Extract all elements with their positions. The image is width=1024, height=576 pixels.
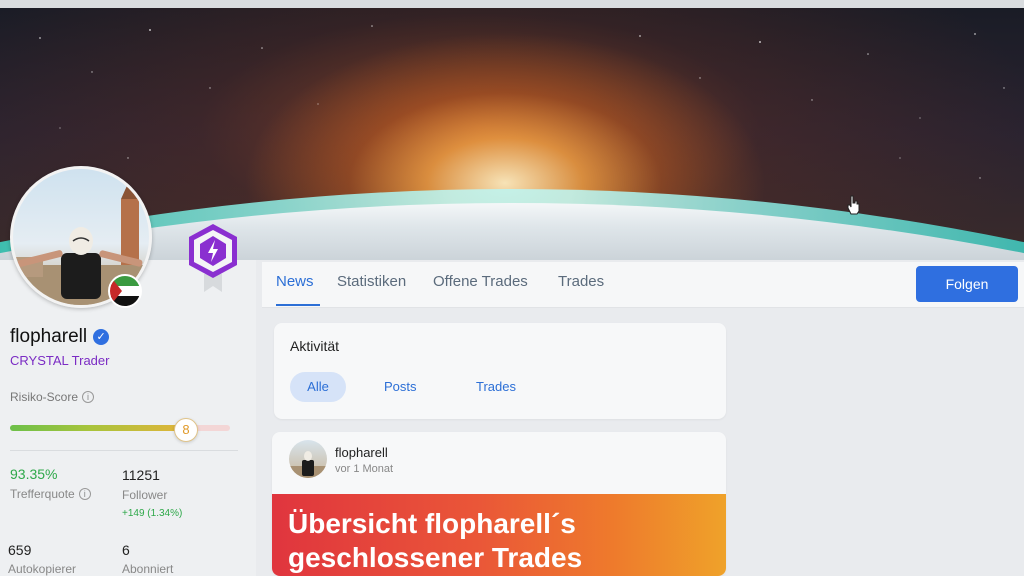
verified-check-icon: ✓ [93, 329, 110, 345]
followers-delta: +149 (1.34%) [122, 508, 183, 519]
info-icon[interactable]: i [78, 488, 91, 500]
risk-score-fill [10, 425, 186, 431]
copiers-value: 659 [8, 542, 32, 558]
post-card[interactable]: flopharell vor 1 Monat Übersicht flophar… [272, 432, 726, 576]
tab-trades[interactable]: Trades [558, 273, 604, 290]
profile-tabs: News Statistiken Offene Trades Trades [262, 262, 1024, 308]
activity-card: Aktivität Alle Posts Trades [274, 323, 726, 419]
hit-rate-label: Trefferquote i [10, 487, 91, 501]
trader-tier: CRYSTAL Trader [10, 353, 110, 368]
post-author-avatar[interactable] [289, 440, 327, 478]
risk-score-label: Risiko-Score i [10, 390, 95, 404]
followers-value: 11251 [122, 467, 160, 483]
follow-button[interactable]: Folgen [916, 266, 1018, 302]
activity-title: Aktivität [290, 338, 340, 354]
cover-image [0, 8, 1024, 260]
hit-rate-text: Trefferquote [10, 487, 75, 501]
post-timestamp: vor 1 Monat [335, 463, 394, 475]
risk-score-text: Risiko-Score [10, 390, 79, 404]
hand-cursor-icon [847, 195, 860, 215]
post-banner-line-1: Übersicht flopharell´s [288, 508, 576, 539]
tab-statistiken[interactable]: Statistiken [337, 273, 406, 290]
post-banner-image[interactable]: Übersicht flopharell´s geschlossener Tra… [272, 494, 726, 576]
tab-news[interactable]: News [276, 273, 314, 290]
info-icon[interactable]: i [82, 391, 95, 403]
filter-all[interactable]: Alle [290, 372, 346, 402]
top-strip [0, 0, 1024, 8]
post-banner-line-2: geschlossener Trades [288, 542, 583, 573]
active-tab-indicator [276, 304, 320, 306]
hit-rate-value: 93.35% [10, 466, 58, 482]
tab-offene-trades[interactable]: Offene Trades [433, 273, 528, 290]
subscribed-value: 6 [122, 542, 130, 558]
post-author[interactable]: flopharell [335, 445, 388, 460]
filter-trades[interactable]: Trades [476, 372, 516, 402]
crystal-badge-icon [189, 224, 237, 292]
profile-username: flopharell ✓ [10, 326, 110, 348]
username-text: flopharell [10, 326, 88, 347]
followers-label: Follower [122, 488, 168, 502]
stats-divider [10, 450, 238, 451]
copiers-label: Autokopierer [8, 562, 77, 576]
country-flag-icon [108, 274, 142, 308]
risk-score-value: 8 [174, 418, 198, 442]
filter-posts[interactable]: Posts [384, 372, 417, 402]
subscribed-label: Abonniert [122, 562, 174, 576]
